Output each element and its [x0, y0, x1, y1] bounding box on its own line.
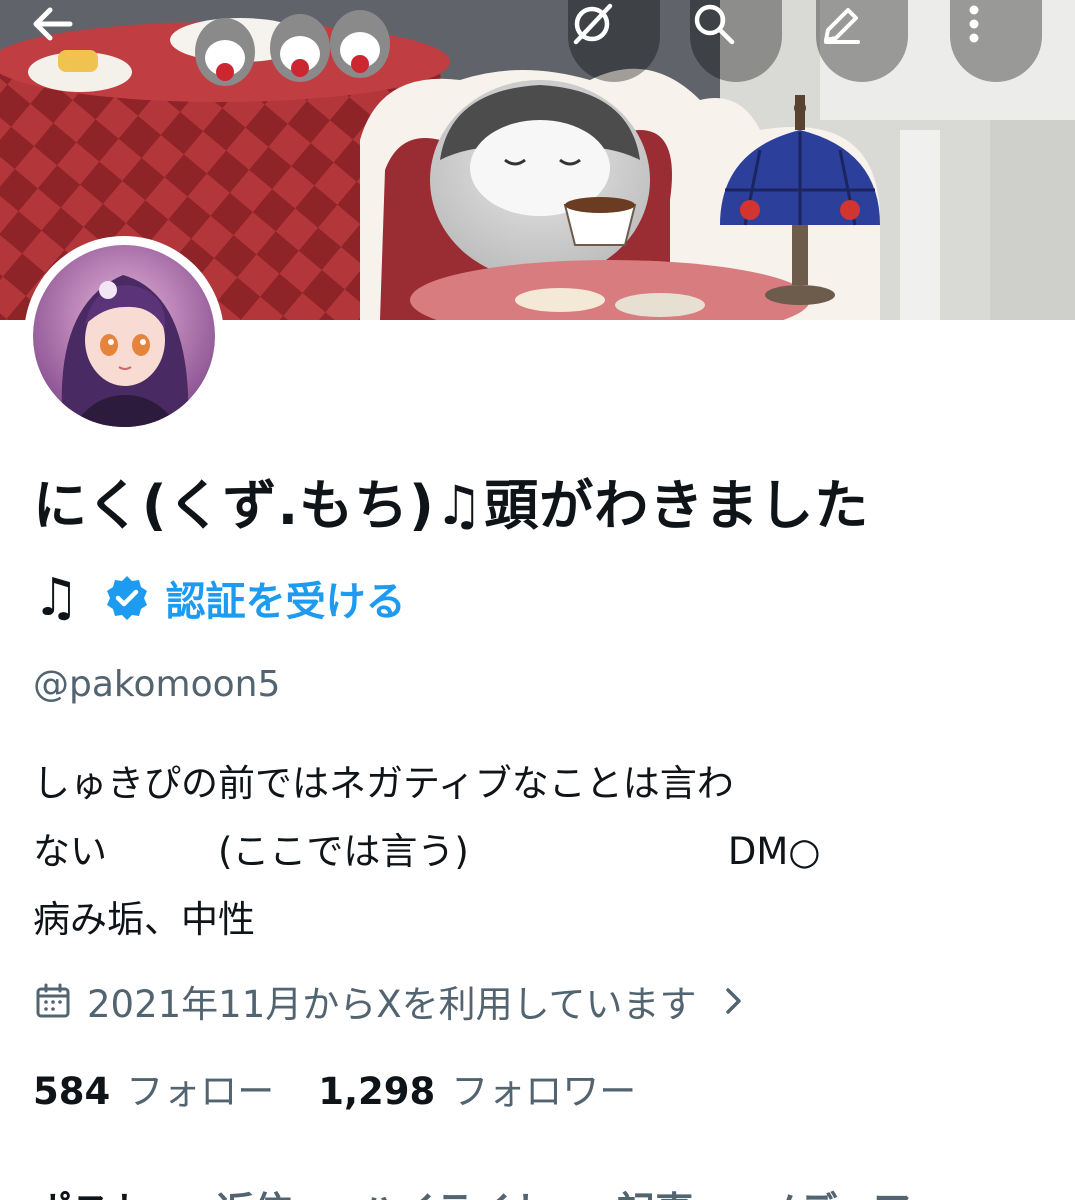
display-name-continuation: ♫ 認証を受ける: [33, 562, 406, 634]
arrow-left-icon: [33, 7, 73, 41]
edit-icon: [824, 8, 860, 44]
calendar-icon: [36, 983, 70, 1018]
followers-link[interactable]: 1,298 フォロワー: [318, 1061, 636, 1115]
bio-line: しゅきぴの前ではネガティブなことは言わ: [33, 762, 734, 805]
follow-stats: 584 フォロー 1,298 フォロワー: [33, 1060, 680, 1116]
bio-line: ない (ここでは言う) DM○: [33, 830, 821, 873]
joined-date-row[interactable]: 2021年11月からXを利用しています: [33, 973, 750, 1029]
joined-date-text: 2021年11月からXを利用しています: [87, 983, 697, 1026]
display-name-tail: ♫: [33, 568, 80, 628]
display-name: にく(くず.もち)♫頭がわきました: [33, 474, 870, 537]
following-count: 584: [33, 1070, 111, 1113]
get-verified-link[interactable]: 認証を受ける: [166, 569, 406, 627]
more-vertical-icon: [969, 5, 979, 43]
bio-line: 病み垢、中性: [33, 898, 255, 941]
search-icon: [694, 4, 735, 45]
username-handle: @pakomoon5: [33, 664, 281, 705]
tab-media[interactable]: メディア: [727, 1180, 944, 1200]
tab-posts[interactable]: ポスト: [0, 1180, 182, 1200]
followers-label: フォロワー: [451, 1070, 637, 1113]
avatar-image: [33, 245, 215, 427]
profile-bio: しゅきぴの前ではネガティブなことは言わ ない (ここでは言う) DM○ 病み垢、…: [33, 750, 1043, 954]
grok-icon: [573, 3, 613, 45]
following-link[interactable]: 584 フォロー: [33, 1061, 274, 1115]
avatar[interactable]: [24, 236, 224, 436]
following-label: フォロー: [126, 1070, 275, 1113]
followers-count: 1,298: [318, 1070, 436, 1113]
tab-articles[interactable]: 記事: [583, 1180, 727, 1200]
tab-replies[interactable]: 返信: [182, 1180, 326, 1200]
verified-badge-icon: [106, 576, 147, 620]
profile-tabs: ポスト 返信 ハイライト 記事 メディア: [0, 1180, 1075, 1200]
tab-highlights[interactable]: ハイライト: [326, 1180, 583, 1200]
chevron-right-icon: [726, 988, 742, 1014]
